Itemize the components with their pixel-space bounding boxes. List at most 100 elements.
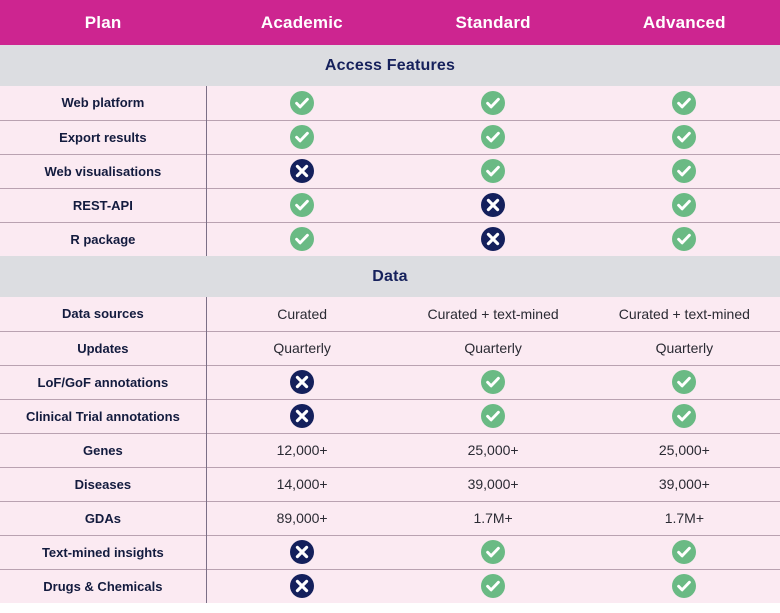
cell-advanced <box>588 568 780 603</box>
row-label: Data sources <box>0 297 207 331</box>
cell-advanced: 39,000+ <box>588 466 780 501</box>
table-row: Export results <box>0 119 780 154</box>
section-header-row: Access Features <box>0 45 780 86</box>
cell-value: 14,000+ <box>276 476 328 492</box>
cell-value: 25,000+ <box>658 442 710 458</box>
check-icon <box>290 125 315 149</box>
cell-academic <box>206 86 397 120</box>
section-header-row: Data <box>0 256 780 297</box>
table-row: Clinical Trial annotations <box>0 398 780 433</box>
cross-icon <box>481 193 506 217</box>
cell-advanced <box>588 221 780 256</box>
cell-standard: Curated + text-mined <box>397 297 588 331</box>
cell-standard <box>397 534 589 569</box>
cell-standard: 25,000+ <box>397 432 589 467</box>
cell-academic <box>206 534 398 569</box>
cell-advanced <box>588 398 780 433</box>
table-row: Web platform <box>0 86 780 120</box>
cell-advanced <box>588 187 780 222</box>
cross-icon <box>290 574 315 599</box>
check-icon <box>290 90 315 115</box>
cell-standard: Quarterly <box>397 330 589 365</box>
table-row: GDAs 89,000+ 1.7M+ 1.7M+ <box>0 500 780 535</box>
row-label: GDAs <box>0 500 207 535</box>
row-label: Diseases <box>0 466 207 501</box>
cell-standard <box>397 153 589 188</box>
row-label: Drugs & Chemicals <box>0 568 207 603</box>
section-title: Data <box>372 267 408 285</box>
table-row: Drugs & Chemicals <box>0 568 780 603</box>
check-icon <box>481 370 506 394</box>
cell-value: Curated + text-mined <box>618 305 750 322</box>
table-row: REST-API <box>0 187 780 222</box>
cell-value: Curated <box>277 305 328 322</box>
cell-advanced: Curated + text-mined <box>589 297 780 331</box>
check-icon <box>672 227 697 252</box>
cell-value: Quarterly <box>655 340 714 356</box>
check-icon <box>481 159 506 183</box>
cell-value: 25,000+ <box>467 442 519 458</box>
table-row: Data sources Curated Curated + text-mined C… <box>0 297 780 331</box>
row-label: Export results <box>0 119 207 154</box>
check-icon <box>672 90 697 115</box>
cell-advanced: 1.7M+ <box>588 500 780 535</box>
table-row: Diseases 14,000+ 39,000+ 39,000+ <box>0 466 780 501</box>
cross-icon <box>290 370 315 394</box>
row-label: Clinical Trial annotations <box>0 398 207 433</box>
cell-standard <box>397 86 588 120</box>
check-icon <box>481 574 506 599</box>
cell-academic <box>206 364 398 399</box>
check-icon <box>672 193 697 217</box>
cell-academic <box>206 153 398 188</box>
row-label: Web visualisations <box>0 153 207 188</box>
table-row: LoF/GoF annotations <box>0 364 780 399</box>
cell-academic <box>206 398 398 433</box>
table-row: Web visualisations <box>0 153 780 188</box>
check-icon <box>672 125 697 149</box>
cell-advanced <box>588 153 780 188</box>
cell-academic <box>206 568 398 603</box>
cell-advanced <box>588 119 780 154</box>
cell-value: 39,000+ <box>658 476 710 492</box>
cell-academic: 89,000+ <box>206 500 398 535</box>
row-label: Text-mined insights <box>0 534 207 569</box>
cell-value: Curated + text-mined <box>427 305 559 322</box>
row-label: LoF/GoF annotations <box>0 364 207 399</box>
cell-standard <box>397 398 589 433</box>
cross-icon <box>290 404 315 428</box>
cross-icon <box>290 540 315 564</box>
column-header-academic: Academic <box>260 12 343 32</box>
cell-advanced: 25,000+ <box>588 432 780 467</box>
cell-standard <box>397 364 589 399</box>
cell-advanced <box>589 86 780 120</box>
cell-academic: Quarterly <box>206 330 398 365</box>
table-row: Text-mined insights <box>0 534 780 569</box>
cell-value: 1.7M+ <box>664 510 705 526</box>
cell-advanced: Quarterly <box>588 330 780 365</box>
check-icon <box>672 370 697 394</box>
cell-standard <box>397 119 589 154</box>
row-label: Genes <box>0 432 207 467</box>
table-row: Updates Quarterly Quarterly Quarterly <box>0 330 780 365</box>
row-label: Updates <box>0 330 207 365</box>
check-icon <box>290 193 315 217</box>
cell-standard <box>397 221 589 256</box>
cross-icon <box>481 227 506 252</box>
row-label: Web platform <box>0 86 207 120</box>
check-icon <box>672 540 697 564</box>
cell-value: 12,000+ <box>276 442 328 458</box>
check-icon <box>481 125 506 149</box>
table-body: Access Features Web platform Export result… <box>0 45 780 603</box>
row-label: R package <box>0 221 207 256</box>
cell-academic: 12,000+ <box>206 432 398 467</box>
check-icon <box>672 159 697 183</box>
cell-advanced <box>588 534 780 569</box>
cell-value: 39,000+ <box>467 476 519 492</box>
column-header-advanced: Advanced <box>642 12 726 32</box>
table-row: R package <box>0 221 780 256</box>
cell-value: Quarterly <box>464 340 522 356</box>
cell-academic: Curated <box>206 297 397 331</box>
check-icon <box>672 404 697 428</box>
cell-value: 1.7M+ <box>473 510 513 526</box>
cell-standard <box>397 568 589 603</box>
